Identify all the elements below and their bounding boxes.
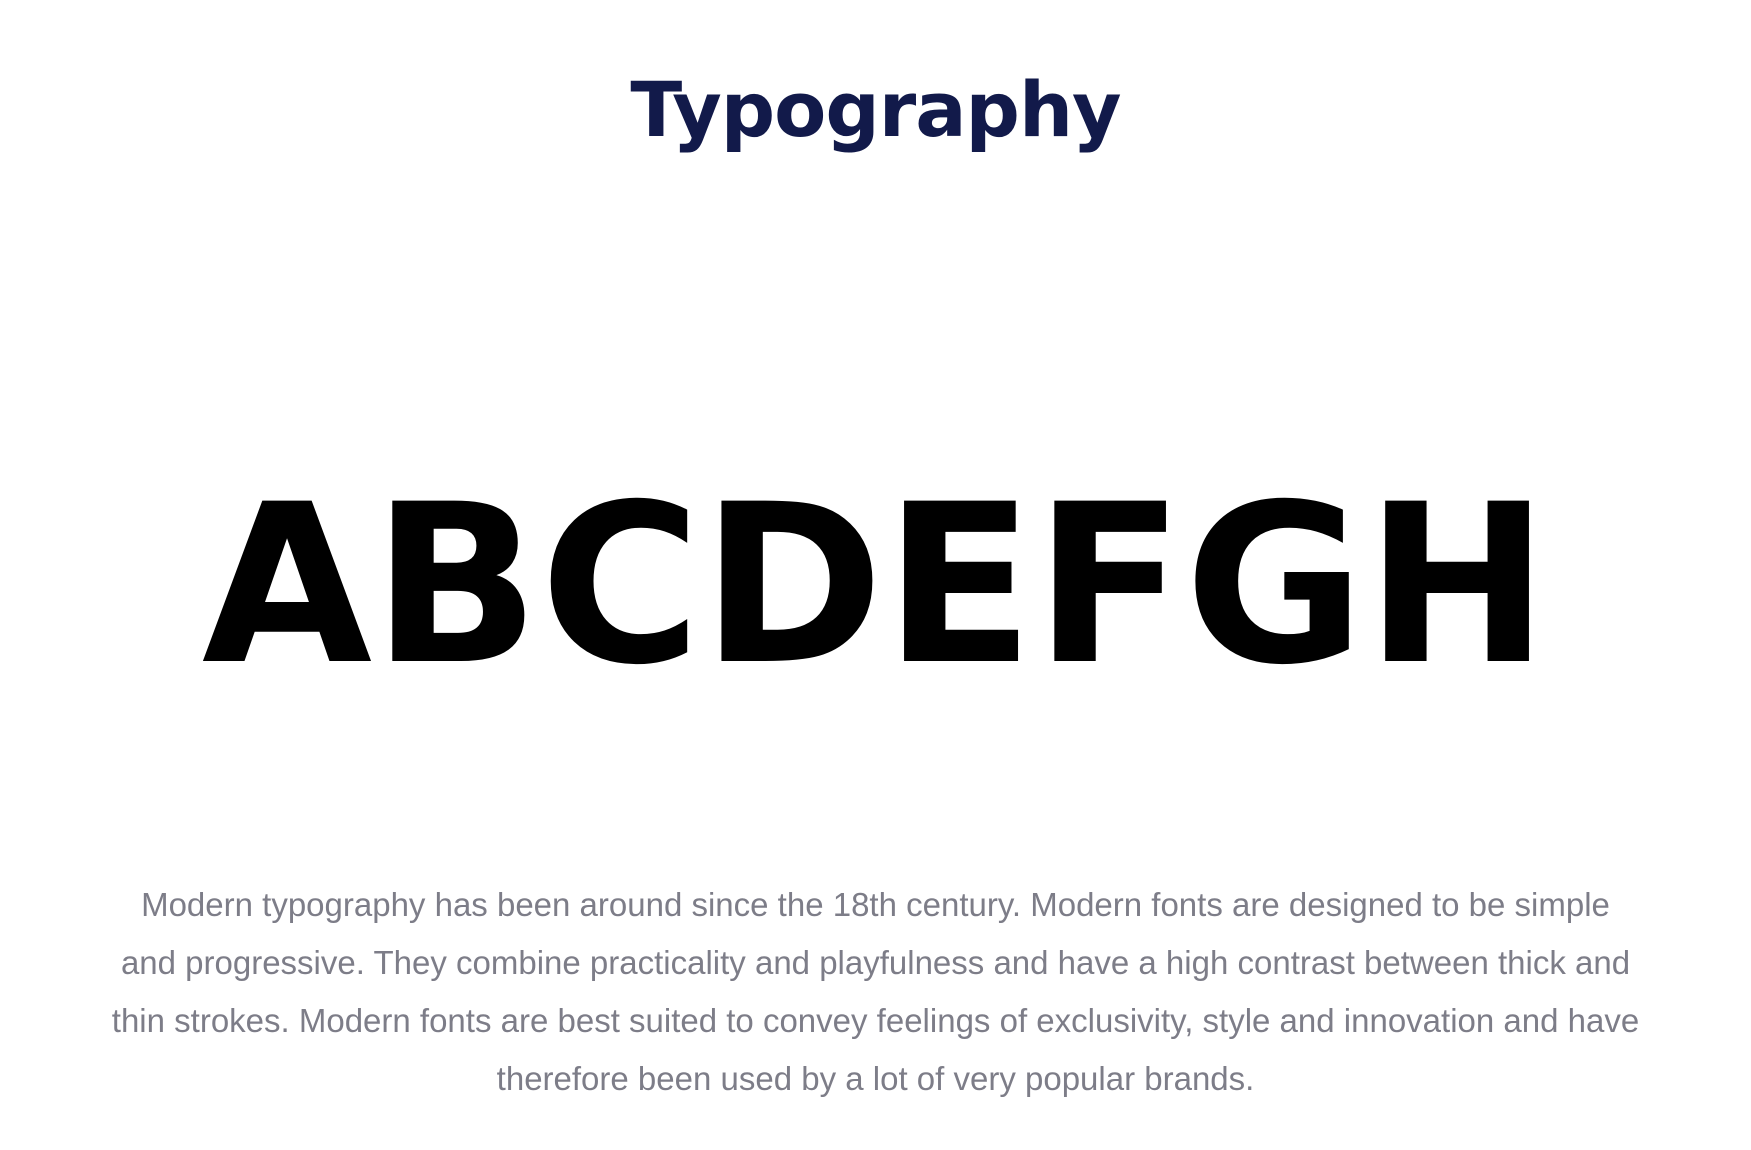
section-title: Typography: [630, 65, 1121, 154]
section-description: Modern typography has been around since …: [111, 886, 1640, 1097]
alphabet-specimen: ABCDEFGH: [201, 457, 1550, 713]
typography-page: Typography ABCDEFGH Modern typography ha…: [0, 0, 1751, 1150]
